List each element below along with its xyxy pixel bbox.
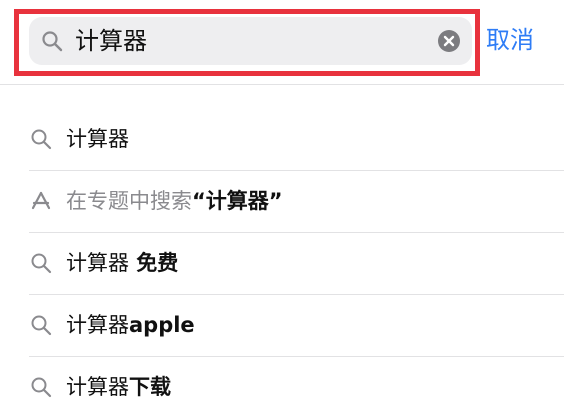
suggestion-completion: 免费 — [129, 251, 179, 275]
suggestion-item[interactable]: 计算器下载 — [0, 357, 564, 417]
topic-prefix: 在专题中搜索 — [66, 189, 192, 213]
suggestion-item-topic[interactable]: 在专题中搜索“计算器” — [0, 171, 564, 233]
suggestion-base-text: 计算器 — [66, 251, 129, 275]
suggestion-label: 计算器 免费 — [66, 247, 178, 279]
search-icon — [31, 129, 52, 150]
suggestion-label: 计算器 — [66, 123, 129, 155]
suggestion-item[interactable]: 计算器apple — [0, 295, 564, 357]
search-icon — [31, 253, 52, 274]
search-icon — [42, 31, 63, 52]
suggestion-completion: apple — [129, 313, 195, 337]
suggestion-base-text: 计算器 — [66, 375, 129, 399]
search-input[interactable]: 计算器 — [29, 17, 472, 65]
clear-icon[interactable] — [437, 29, 461, 53]
suggestion-label: 计算器下载 — [66, 371, 171, 403]
suggestion-label: 在专题中搜索“计算器” — [66, 185, 283, 217]
cancel-button[interactable]: 取消 — [486, 24, 534, 56]
app-store-icon — [31, 191, 51, 210]
header-divider — [0, 84, 564, 85]
search-icon — [31, 315, 52, 336]
suggestion-text: 计算器 — [66, 127, 129, 151]
suggestion-item[interactable]: 计算器 — [0, 109, 564, 171]
suggestion-base-text: 计算器 — [66, 313, 129, 337]
search-query-text: 计算器 — [75, 27, 147, 55]
suggestion-completion: 下载 — [129, 375, 171, 399]
suggestion-item[interactable]: 计算器 免费 — [0, 233, 564, 295]
suggestion-label: 计算器apple — [66, 309, 195, 341]
suggestion-list: 计算器 在专题中搜索“计算器” 计算器 免费 计算器apple 计算器下载 — [0, 109, 564, 417]
search-screen: 计算器 取消 计算器 在专题中搜索“计算器” 计算器 免费 计算器apple 计… — [0, 0, 564, 417]
search-icon — [31, 377, 52, 398]
topic-term: “计算器” — [192, 189, 283, 213]
